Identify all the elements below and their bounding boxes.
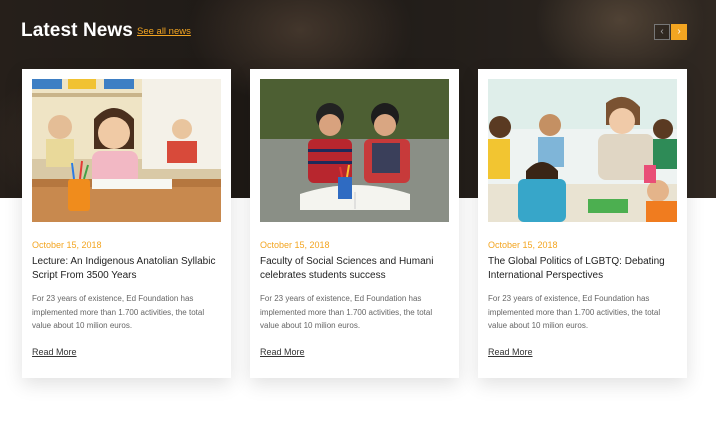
carousel-prev-button[interactable]: ‹	[654, 24, 670, 40]
news-excerpt: For 23 years of existence, Ed Foundation…	[260, 294, 433, 330]
section-title: Latest News	[21, 20, 133, 41]
read-more-link[interactable]: Read More	[32, 347, 77, 357]
read-more-link[interactable]: Read More	[488, 347, 533, 357]
news-date: October 15, 2018	[260, 240, 330, 250]
chevron-left-icon: ‹	[660, 26, 664, 37]
news-card: October 15, 2018 The Global Politics of …	[478, 69, 687, 378]
news-card: October 15, 2018 Lecture: An Indigenous …	[22, 69, 231, 378]
news-title[interactable]: Faculty of Social Sciences and Humani ce…	[260, 255, 452, 283]
read-more-link[interactable]: Read More	[260, 347, 305, 357]
news-date: October 15, 2018	[32, 240, 102, 250]
news-photo[interactable]	[260, 79, 449, 222]
news-title[interactable]: The Global Politics of LGBTQ: Debating I…	[488, 255, 680, 283]
news-date: October 15, 2018	[488, 240, 558, 250]
news-title[interactable]: Lecture: An Indigenous Anatolian Syllabi…	[32, 255, 224, 283]
chevron-right-icon: ›	[677, 26, 681, 37]
news-card: October 15, 2018 Faculty of Social Scien…	[250, 69, 459, 378]
news-excerpt: For 23 years of existence, Ed Foundation…	[32, 294, 205, 330]
see-all-news-link[interactable]: See all news	[137, 26, 191, 37]
news-excerpt: For 23 years of existence, Ed Foundation…	[488, 294, 661, 330]
news-photo[interactable]	[32, 79, 221, 222]
carousel-next-button[interactable]: ›	[671, 24, 687, 40]
news-photo[interactable]	[488, 79, 677, 222]
